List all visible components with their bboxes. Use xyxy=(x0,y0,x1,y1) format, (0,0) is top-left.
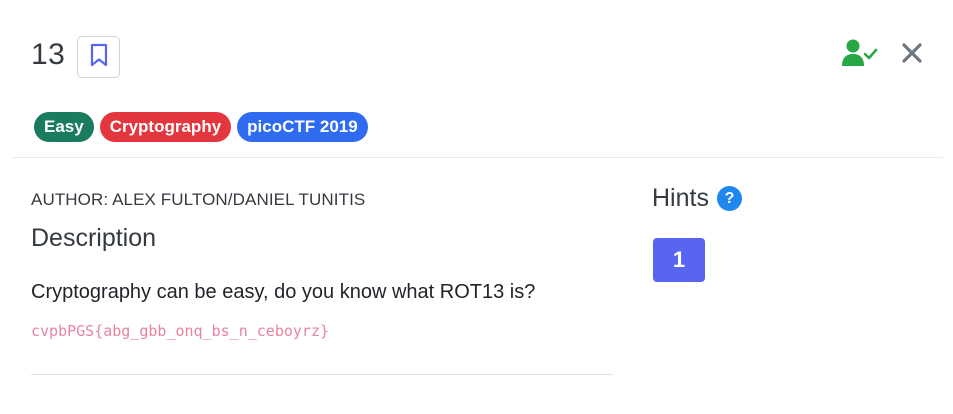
hints-title: Hints xyxy=(652,184,709,212)
hint-button-1[interactable]: 1 xyxy=(653,238,705,282)
difficulty-badge: Easy xyxy=(34,112,94,142)
challenge-title: 13 xyxy=(31,38,66,71)
close-icon[interactable] xyxy=(900,41,924,65)
description-divider xyxy=(31,374,613,375)
event-badge: picoCTF 2019 xyxy=(237,112,368,142)
description-text: Cryptography can be easy, do you know wh… xyxy=(31,281,536,303)
category-badge: Cryptography xyxy=(99,112,232,142)
description-heading: Description xyxy=(31,224,157,252)
tag-list: Easy Cryptography picoCTF 2019 xyxy=(34,112,374,142)
challenge-panel: 13 Easy Cryptography picoCTF 2019 AUTHOR… xyxy=(0,0,953,414)
hints-header: Hints ? xyxy=(652,184,742,213)
header-actions xyxy=(842,37,924,69)
author-line: AUTHOR: ALEX FULTON/DANIEL TUNITIS xyxy=(31,190,366,209)
question-circle-icon[interactable]: ? xyxy=(716,186,742,211)
challenge-header: 13 xyxy=(31,34,121,78)
bookmark-icon xyxy=(89,43,109,72)
ciphertext: cvpbPGS{abg_gbb_onq_bs_n_ceboyrz} xyxy=(31,322,330,340)
header-divider xyxy=(11,157,943,158)
bookmark-button[interactable] xyxy=(77,36,121,78)
user-check-icon xyxy=(842,37,878,69)
